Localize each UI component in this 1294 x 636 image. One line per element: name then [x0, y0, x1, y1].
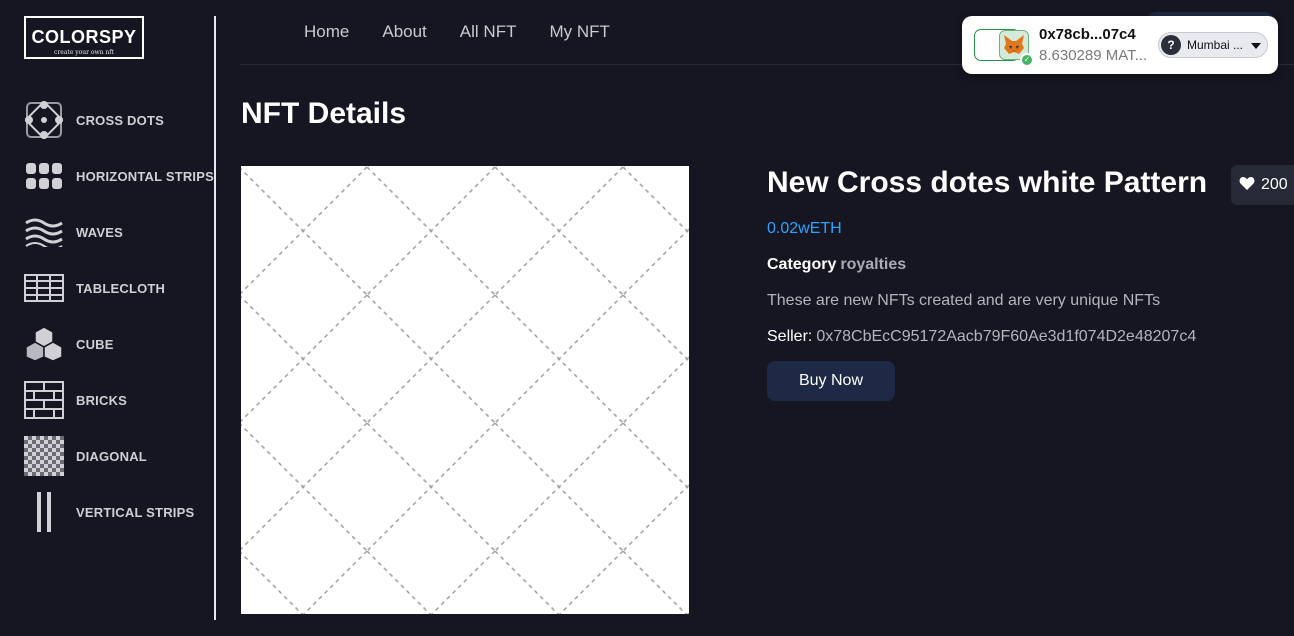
horizontal-strips-icon	[24, 156, 64, 196]
like-count: 200	[1261, 176, 1288, 193]
nft-price: 0.02wETH	[767, 220, 842, 237]
sidebar-item-label: CROSS DOTS	[76, 112, 164, 128]
cube-icon	[24, 324, 64, 364]
wallet-address: 0x78cb...07c4	[1039, 26, 1136, 43]
wallet-popup[interactable]: ✓ 0x78cb...07c4 8.630289 MAT... ? Mumbai…	[962, 16, 1278, 74]
nft-seller: Seller: 0x78CbEcC95172Aacb79F60Ae3d1f074D…	[767, 328, 1196, 346]
cross-dots-icon	[24, 100, 64, 140]
nav-link-my-nft[interactable]: My NFT	[549, 22, 609, 42]
sidebar-item-label: BRICKS	[76, 392, 128, 408]
category-value: royalties	[840, 256, 907, 273]
vertical-strips-icon	[24, 492, 64, 532]
sidebar-item-cross-dots[interactable]: CROSS DOTS	[24, 92, 214, 148]
nav-link-about[interactable]: About	[382, 22, 426, 42]
sidebar-divider	[214, 16, 216, 620]
network-selector[interactable]: ? Mumbai ...	[1158, 32, 1268, 58]
sidebar-item-label: CUBE	[76, 336, 114, 352]
top-nav: Home About All NFT My NFT	[304, 22, 643, 42]
sidebar-item-horizontal-strips[interactable]: HORIZONTAL STRIPS	[24, 148, 214, 204]
sidebar-item-label: HORIZONTAL STRIPS	[76, 168, 214, 184]
like-button[interactable]: 200	[1231, 165, 1294, 205]
bricks-icon	[24, 380, 64, 420]
nft-description: These are new NFTs created and are very …	[767, 292, 1161, 309]
sidebar-item-diagonal[interactable]: DIAGONAL	[24, 428, 214, 484]
nft-category: Category royalties	[767, 256, 906, 274]
sidebar-item-bricks[interactable]: BRICKS	[24, 372, 214, 428]
sidebar-item-label: TABLECLOTH	[76, 280, 166, 296]
nav-link-home[interactable]: Home	[304, 22, 349, 42]
seller-label: Seller:	[767, 328, 813, 345]
buy-now-button[interactable]: Buy Now	[767, 361, 895, 401]
nft-title: New Cross dotes white Pattern	[767, 166, 1208, 199]
sidebar-item-label: VERTICAL STRIPS	[76, 504, 195, 520]
brand-tagline: create your own nft	[54, 49, 114, 56]
tablecloth-icon	[24, 268, 64, 308]
connected-check-icon: ✓	[1020, 53, 1034, 67]
page-title: NFT Details	[241, 97, 407, 130]
sidebar-item-cube[interactable]: CUBE	[24, 316, 214, 372]
sidebar-item-vertical-strips[interactable]: VERTICAL STRIPS	[24, 484, 214, 540]
sidebar-item-tablecloth[interactable]: TABLECLOTH	[24, 260, 214, 316]
brand-logo[interactable]: COLORSPY create your own nft	[24, 16, 144, 59]
chevron-down-icon	[1251, 43, 1261, 49]
heart-icon	[1239, 176, 1255, 195]
sidebar: COLORSPY create your own nft CROSS DOTS	[0, 0, 216, 636]
sidebar-item-label: DIAGONAL	[76, 448, 147, 464]
sidebar-item-label: WAVES	[76, 224, 123, 240]
category-label: Category	[767, 256, 837, 273]
seller-address: 0x78CbEcC95172Aacb79F60Ae3d1f074D2e48207…	[816, 328, 1197, 345]
sidebar-item-waves[interactable]: WAVES	[24, 204, 214, 260]
waves-icon	[24, 212, 64, 252]
wallet-balance: 8.630289 MAT...	[1039, 47, 1148, 64]
diagonal-icon	[24, 436, 64, 476]
network-name: Mumbai ...	[1187, 38, 1244, 52]
unknown-network-icon: ?	[1161, 35, 1181, 55]
nav-link-all-nft[interactable]: All NFT	[460, 22, 517, 42]
nft-image	[241, 166, 689, 614]
pattern-category-list: CROSS DOTS HORIZONTAL STRIPS WAVES TABLE…	[24, 92, 214, 540]
brand-name: COLORSPY	[31, 27, 137, 47]
